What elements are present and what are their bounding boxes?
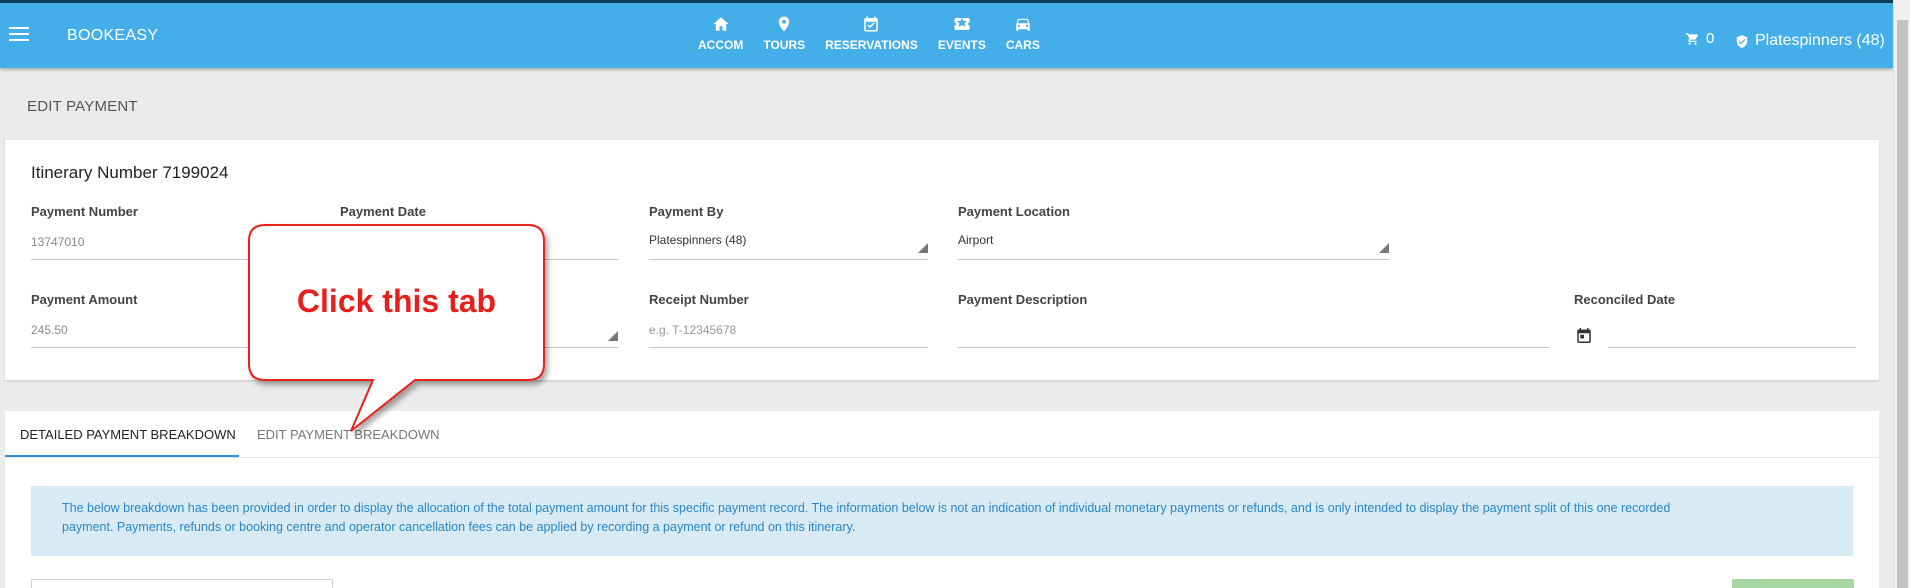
page-title: EDIT PAYMENT	[27, 98, 138, 115]
nav-tours-label: TOURS	[763, 38, 806, 52]
main-nav: ACCOM TOURS RESERVATIONS EVENTS CARS	[688, 15, 1050, 52]
cart-icon	[1686, 32, 1699, 45]
field-underline	[958, 347, 1549, 348]
nav-accom[interactable]: ACCOM	[688, 15, 753, 52]
payment-location-select[interactable]: Payment Location Airport	[958, 204, 1389, 260]
payment-by-label: Payment By	[649, 204, 724, 219]
nav-events-label: EVENTS	[937, 38, 986, 52]
field-underline	[1608, 347, 1856, 348]
shield-check-icon	[1736, 34, 1748, 48]
dropdown-arrow-icon	[918, 243, 928, 253]
payment-number-label: Payment Number	[31, 204, 138, 219]
field-underline	[958, 259, 1389, 260]
car-icon	[1016, 18, 1030, 31]
tab-detailed-payment-breakdown[interactable]: DETAILED PAYMENT BREAKDOWN	[20, 427, 236, 442]
payment-location-value: Airport	[958, 233, 994, 247]
callout-bubble	[248, 224, 545, 432]
callout-text: Click this tab	[296, 283, 497, 319]
field-underline	[649, 347, 928, 348]
annotation-callout: Click this tab	[248, 224, 545, 432]
scrollbar-thumb[interactable]	[1897, 20, 1908, 588]
active-tab-indicator	[5, 455, 239, 457]
filter-input[interactable]	[31, 579, 333, 588]
nav-reservations-label: RESERVATIONS	[825, 38, 918, 52]
brand-logo[interactable]: BOOKEASY	[67, 27, 158, 45]
payment-amount-value: 245.50	[31, 323, 68, 337]
payment-by-select[interactable]: Payment By Platespinners (48)	[649, 204, 928, 260]
calendar-icon[interactable]	[1575, 326, 1593, 345]
breakdown-panel: DETAILED PAYMENT BREAKDOWN EDIT PAYMENT …	[5, 411, 1879, 588]
payment-description-field[interactable]: Payment Description	[958, 292, 1549, 348]
payment-description-label: Payment Description	[958, 292, 1088, 307]
account-button[interactable]: Platespinners (48)	[1735, 32, 1885, 50]
receipt-number-field[interactable]: Receipt Number e.g. T-12345678	[649, 292, 928, 348]
dropdown-arrow-icon	[608, 331, 618, 341]
nav-tours[interactable]: TOURS	[753, 15, 815, 52]
itinerary-number: Itinerary Number 7199024	[31, 163, 229, 182]
field-underline	[649, 259, 928, 260]
dropdown-arrow-icon	[1379, 243, 1389, 253]
nav-cars[interactable]: CARS	[996, 15, 1050, 52]
payment-date-label: Payment Date	[340, 204, 426, 219]
nav-events[interactable]: EVENTS	[928, 15, 996, 52]
hamburger-menu-icon[interactable]	[9, 27, 29, 43]
cart-count: 0	[1706, 30, 1715, 47]
cart-button[interactable]: 0	[1685, 30, 1714, 47]
account-name: Platespinners (48)	[1755, 32, 1885, 49]
vertical-scrollbar[interactable]	[1893, 0, 1910, 588]
save-button[interactable]	[1732, 579, 1854, 588]
breakdown-info-box: The below breakdown has been provided in…	[31, 486, 1853, 556]
ticket-icon	[954, 17, 970, 30]
receipt-number-label: Receipt Number	[649, 292, 749, 307]
map-pin-icon	[778, 16, 790, 32]
home-icon	[713, 17, 729, 31]
receipt-number-placeholder: e.g. T-12345678	[649, 323, 737, 337]
info-text-line-1: The below breakdown has been provided in…	[62, 501, 1671, 515]
nav-cars-label: CARS	[1005, 38, 1040, 52]
payment-number-value: 13747010	[31, 235, 85, 249]
payment-by-value: Platespinners (48)	[649, 233, 747, 247]
payment-location-label: Payment Location	[958, 204, 1070, 219]
top-bar: BOOKEASY ACCOM TOURS RESERVATIONS EVENTS…	[0, 0, 1893, 68]
calendar-check-icon	[864, 16, 879, 32]
payment-number-field[interactable]: Payment Number 13747010	[31, 204, 306, 260]
payment-date-field[interactable]: Payment Date	[340, 204, 618, 260]
reconciled-date-label: Reconciled Date	[1574, 292, 1676, 307]
info-text-line-2: payment. Payments, refunds or booking ce…	[62, 520, 856, 534]
nav-reservations[interactable]: RESERVATIONS	[815, 15, 928, 52]
nav-accom-label: ACCOM	[698, 38, 744, 52]
reconciled-date-field[interactable]: Reconciled Date	[1574, 292, 1856, 348]
